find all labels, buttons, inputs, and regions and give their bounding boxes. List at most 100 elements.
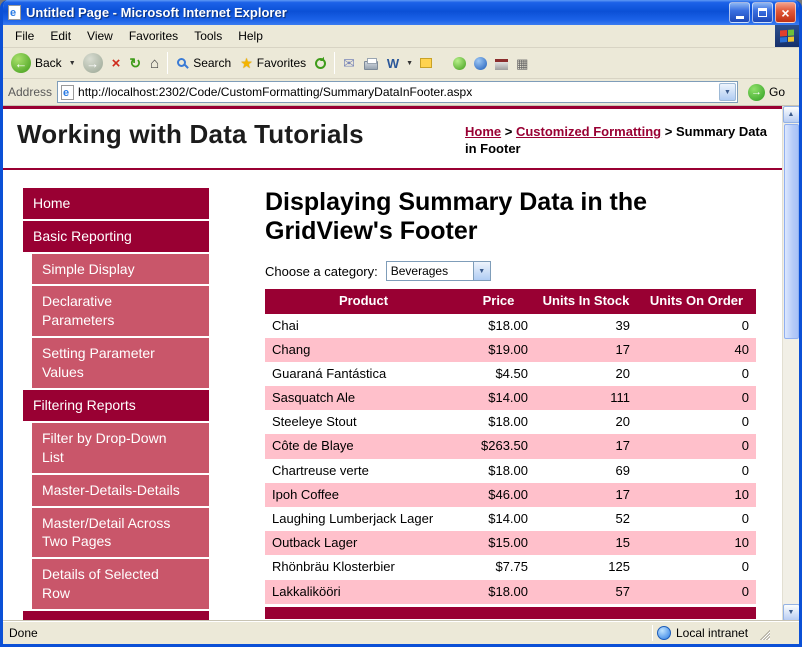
search-button[interactable]: Search [172, 53, 235, 73]
cell-units-in-stock: 20 [535, 362, 637, 386]
discuss-button[interactable] [416, 55, 436, 71]
edit-button[interactable]: W [383, 54, 403, 73]
print-button[interactable] [360, 54, 382, 73]
refresh-icon: ↻ [129, 56, 141, 70]
cell-price: $4.50 [462, 362, 535, 386]
favorites-label: Favorites [257, 56, 306, 70]
cell-product: Laughing Lumberjack Lager [265, 507, 462, 531]
category-selected-value: Beverages [387, 262, 473, 280]
print-icon [364, 61, 378, 70]
cell-product: Chang [265, 338, 462, 362]
menu-item-favorites[interactable]: Favorites [121, 26, 186, 46]
forward-button[interactable]: → [79, 50, 107, 76]
address-dropdown[interactable]: ▼ [719, 83, 736, 101]
blue-globe-button[interactable] [474, 57, 487, 70]
go-button[interactable]: → Go [743, 81, 794, 104]
browser-window: e Untitled Page - Microsoft Internet Exp… [0, 0, 802, 647]
scroll-down-button[interactable]: ▼ [783, 604, 800, 621]
sidebar-item-setting-parameter-values[interactable]: Setting Parameter Values [32, 338, 209, 388]
history-button[interactable] [311, 55, 330, 72]
sidebar-item-master-details-details[interactable]: Master-Details-Details [32, 475, 209, 506]
grid-body: Chai$18.00390Chang$19.001740Guaraná Fant… [265, 314, 756, 606]
go-label: Go [769, 85, 785, 99]
grid-row: Chai$18.00390 [265, 314, 756, 338]
cell-units-on-order: 0 [637, 362, 756, 386]
cell-price: $14.00 [462, 386, 535, 410]
cell-product: Steeleye Stout [265, 410, 462, 434]
sidebar-item-home[interactable]: Home [23, 188, 209, 219]
cell-units-on-order: 10 [637, 531, 756, 555]
sidebar-item-simple-display[interactable]: Simple Display [32, 254, 209, 285]
grid-row: Steeleye Stout$18.00200 [265, 410, 756, 434]
refresh-button[interactable]: ↻ [125, 53, 145, 73]
cell-price: $15.00 [462, 531, 535, 555]
cell-product: Chartreuse verte [265, 459, 462, 483]
grid-header-product: Product [265, 289, 462, 313]
back-history-dropdown[interactable]: ▼ [67, 60, 78, 67]
title-bar[interactable]: e Untitled Page - Microsoft Internet Exp… [3, 0, 799, 25]
site-header: Working with Data Tutorials Home > Custo… [3, 109, 782, 170]
grid-row: Guaraná Fantástica$4.50200 [265, 362, 756, 386]
menu-item-file[interactable]: File [7, 26, 42, 46]
vertical-scrollbar[interactable]: ▲ ▼ [782, 106, 799, 621]
cell-units-on-order: 0 [637, 507, 756, 531]
menu-item-help[interactable]: Help [230, 26, 271, 46]
resize-grip[interactable] [757, 627, 770, 640]
edit-dropdown[interactable]: ▼ [404, 60, 415, 67]
green-orb-button[interactable] [453, 57, 466, 70]
sidebar-item-declarative-parameters[interactable]: Declarative Parameters [32, 286, 209, 336]
menu-item-tools[interactable]: Tools [186, 26, 230, 46]
cell-units-on-order: 0 [637, 580, 756, 606]
cell-product: Chai [265, 314, 462, 338]
close-button[interactable]: × [775, 2, 796, 23]
minimize-button[interactable] [729, 2, 750, 23]
mail-button[interactable]: ✉ [339, 53, 359, 73]
sidebar-item-customized-formatting[interactable]: Customized Formatting [23, 611, 209, 621]
search-label: Search [193, 56, 231, 70]
back-button[interactable]: ← Back [7, 50, 66, 76]
main-article: Displaying Summary Data in the GridView'… [265, 184, 756, 621]
menu-item-edit[interactable]: Edit [42, 26, 79, 46]
scrollbar-thumb[interactable] [784, 124, 799, 339]
sidebar-item-basic-reporting[interactable]: Basic Reporting [23, 221, 209, 252]
breadcrumb-link-customized-formatting[interactable]: Customized Formatting [516, 124, 661, 139]
category-label: Choose a category: [265, 264, 378, 279]
history-icon [315, 58, 326, 69]
cell-units-on-order: 40 [637, 338, 756, 362]
stop-button[interactable]: × [108, 53, 125, 74]
cell-price: $263.50 [462, 434, 535, 458]
breadcrumb-link-home[interactable]: Home [465, 124, 501, 139]
category-select[interactable]: Beverages ▼ [386, 261, 491, 281]
building-button[interactable] [495, 59, 508, 70]
grid-button[interactable]: ▦ [516, 57, 528, 70]
home-button[interactable]: ⌂ [146, 53, 163, 74]
word-edit-icon: W [387, 57, 399, 70]
cell-units-in-stock: 17 [535, 338, 637, 362]
cell-units-on-order: 0 [637, 555, 756, 579]
grid-row: Chartreuse verte$18.00690 [265, 459, 756, 483]
address-input[interactable] [78, 85, 715, 99]
maximize-button[interactable] [752, 2, 773, 23]
intranet-zone-icon [657, 626, 671, 640]
cell-units-on-order: 0 [637, 386, 756, 410]
cell-units-on-order: 0 [637, 410, 756, 434]
sidebar-item-master-detail-across-two-pages[interactable]: Master/Detail Across Two Pages [32, 508, 209, 558]
forward-icon: → [83, 53, 103, 73]
favorites-button[interactable]: ★ Favorites [236, 53, 310, 73]
grid-row: Côte de Blaye$263.50170 [265, 434, 756, 458]
scroll-up-button[interactable]: ▲ [783, 106, 800, 123]
windows-logo-icon [775, 25, 799, 47]
menu-item-view[interactable]: View [79, 26, 121, 46]
favorites-star-icon: ★ [240, 56, 253, 70]
products-grid: ProductPriceUnits In StockUnits On Order… [265, 289, 756, 619]
address-label: Address [8, 85, 52, 99]
cell-product: Rhönbräu Klosterbier [265, 555, 462, 579]
cell-product: Lakkalikööri [265, 580, 462, 606]
cell-units-on-order: 0 [637, 434, 756, 458]
sidebar-item-filter-by-drop-down-list[interactable]: Filter by Drop-Down List [32, 423, 209, 473]
back-label: Back [35, 56, 62, 70]
sidebar-item-filtering-reports[interactable]: Filtering Reports [23, 390, 209, 421]
sidebar-item-details-of-selected-row[interactable]: Details of Selected Row [32, 559, 209, 609]
status-bar: Done Local intranet [3, 621, 799, 644]
menu-bar: FileEditViewFavoritesToolsHelp [3, 25, 799, 48]
